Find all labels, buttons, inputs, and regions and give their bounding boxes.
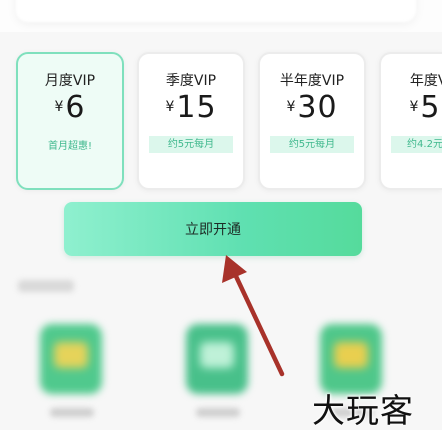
watermark-logo: 大玩客 bbox=[312, 391, 414, 430]
arrow-shaft bbox=[231, 269, 285, 377]
arrow-head bbox=[222, 255, 247, 283]
pointer-arrow-icon bbox=[222, 255, 285, 377]
